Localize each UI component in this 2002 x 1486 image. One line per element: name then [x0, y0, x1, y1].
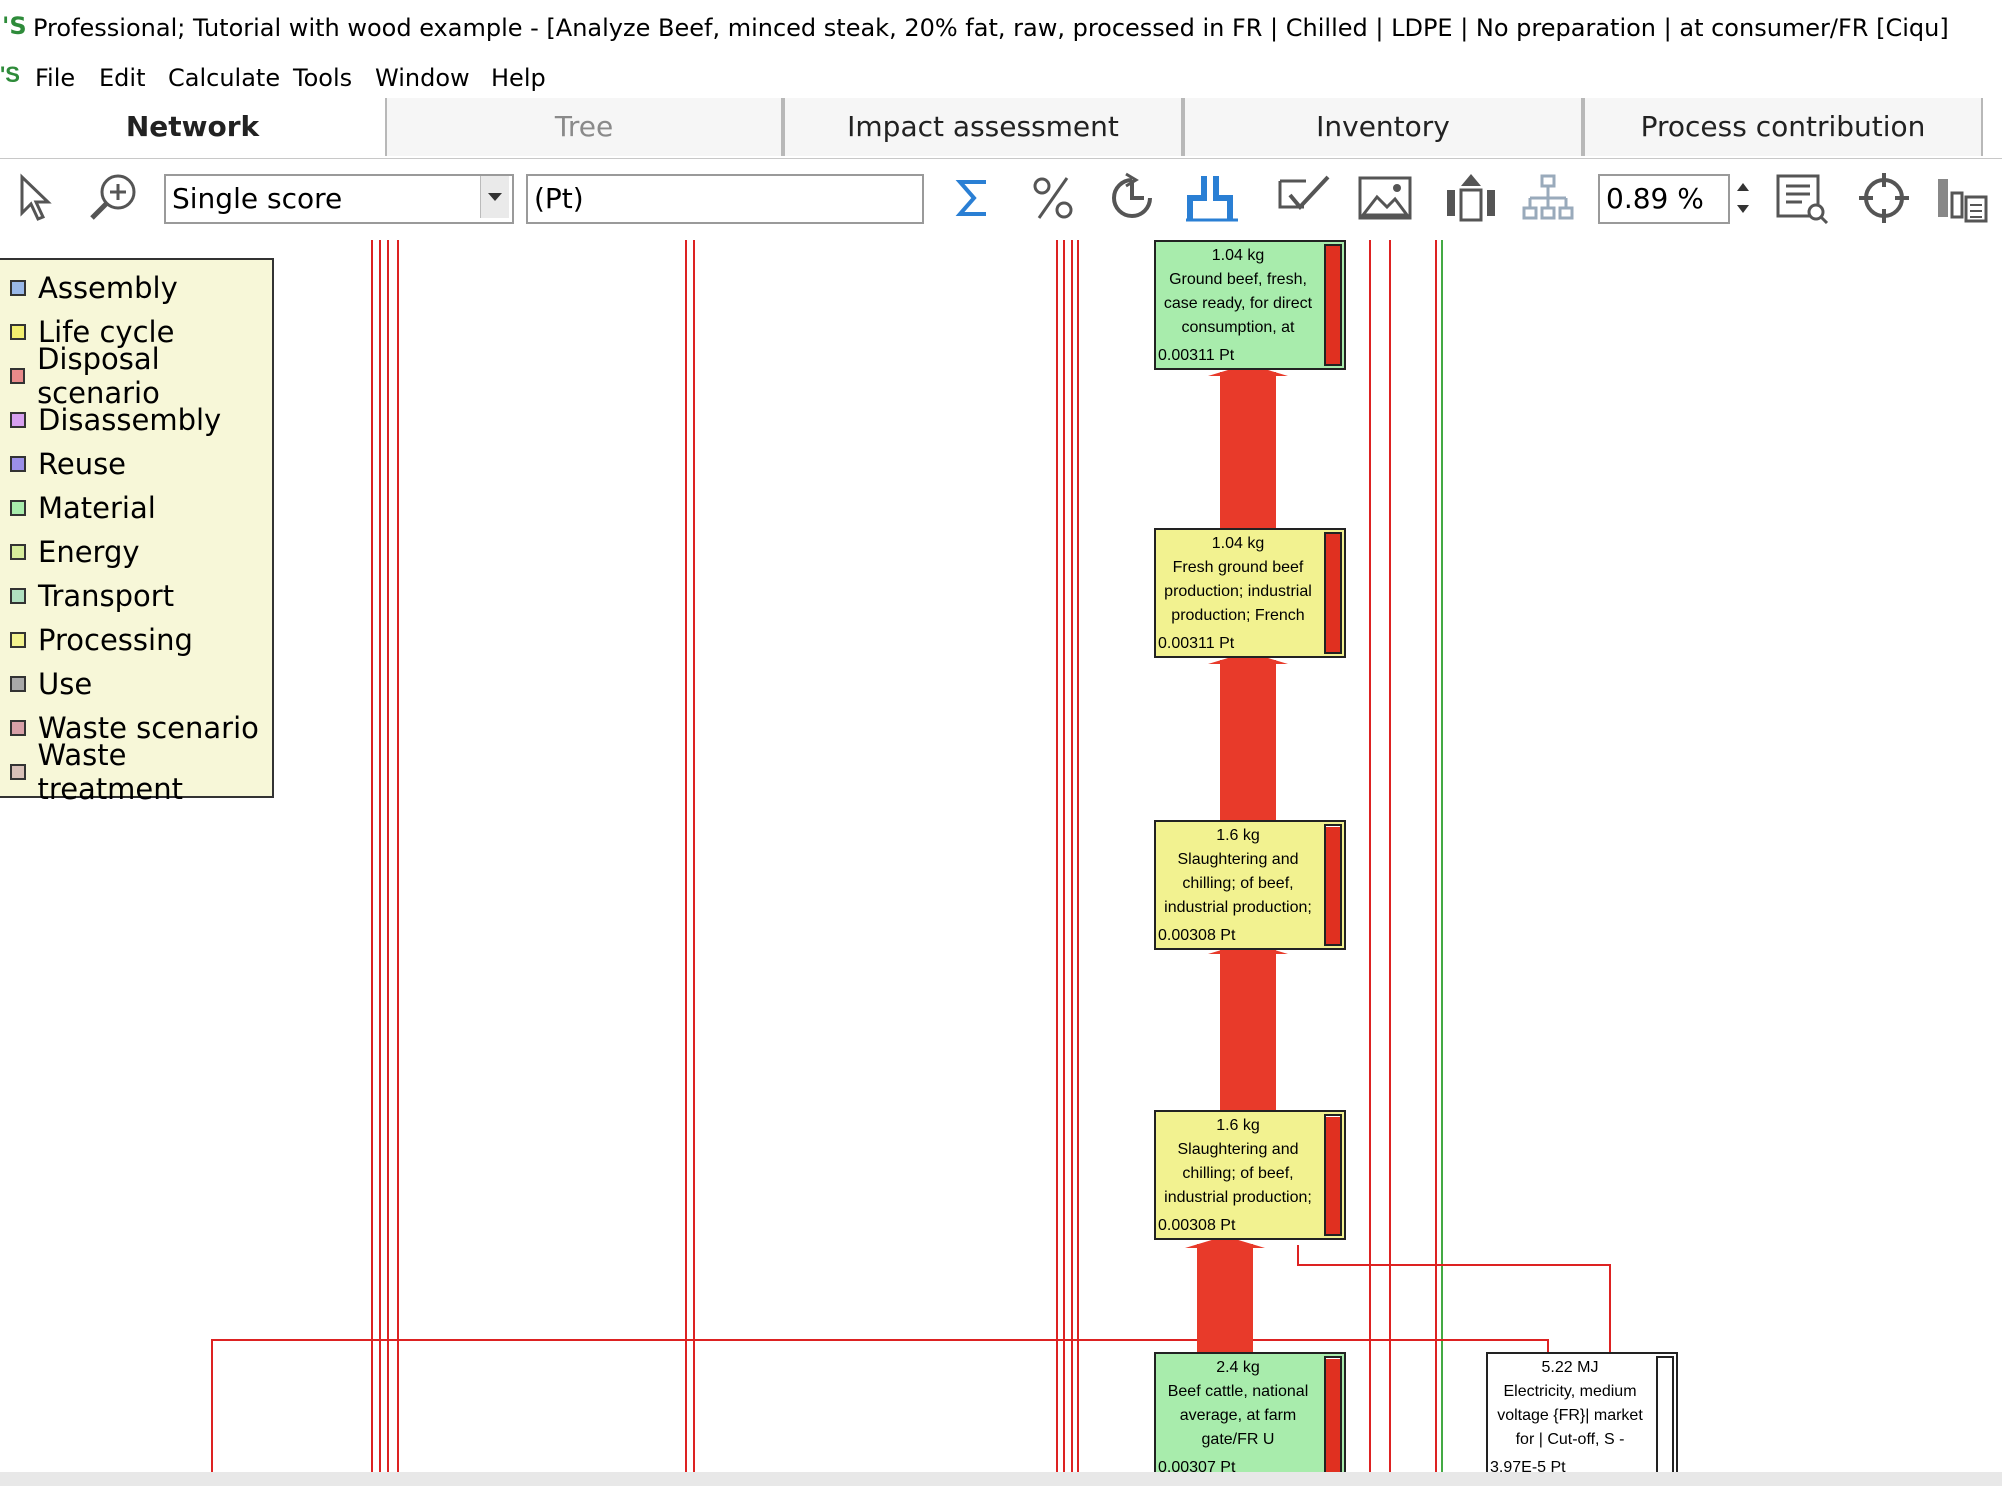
tab-tree[interactable]: Tree — [385, 98, 783, 156]
legend-swatch — [10, 720, 26, 736]
legend-swatch — [10, 588, 26, 604]
thermometer-fill — [1326, 1117, 1340, 1234]
legend-swatch — [10, 632, 26, 648]
percent-icon[interactable] — [1025, 170, 1081, 226]
legend-item: Energy — [0, 530, 272, 574]
node-name: Electricity, medium voltage {FR}| market… — [1497, 1383, 1643, 1448]
node-score: 0.00311 Pt — [1158, 347, 1235, 364]
legend-swatch — [10, 764, 26, 780]
legend-item: Waste treatment — [0, 738, 272, 806]
node-score: 0.00308 Pt — [1158, 1217, 1236, 1234]
tab-network[interactable]: Network — [0, 98, 385, 156]
legend-swatch — [10, 544, 26, 560]
legend-swatch — [10, 500, 26, 516]
legend: Assembly Life cycle Disposal scenario Di… — [0, 258, 274, 806]
menu-calculate[interactable]: Calculate — [168, 64, 280, 92]
legend-item: Processing — [0, 618, 272, 662]
menu-window[interactable]: Window — [375, 64, 470, 92]
node-score: 0.00311 Pt — [1158, 635, 1235, 652]
chevron-down-icon[interactable] — [480, 176, 509, 218]
node-amount: 2.4 kg — [1216, 1359, 1260, 1376]
node-score: 0.00308 Pt — [1158, 927, 1236, 944]
zoom-icon[interactable] — [86, 170, 142, 226]
network-canvas[interactable]: Assembly Life cycle Disposal scenario Di… — [0, 240, 2002, 1472]
score-thermometer — [1324, 824, 1342, 946]
report-icon[interactable] — [1774, 170, 1830, 226]
score-thermometer — [1324, 1114, 1342, 1236]
node-score: 3.97E-5 Pt — [1490, 1459, 1566, 1472]
bar-up-icon[interactable] — [1443, 170, 1499, 226]
toolbar: Single score (Pt) 0.89 % — [0, 160, 2002, 240]
node-name: Ground beef, fresh, case ready, for dire… — [1163, 271, 1313, 336]
app-logo-icon: 'S — [2, 12, 27, 40]
method-select[interactable]: Single score — [164, 174, 514, 224]
process-node-ground-beef[interactable]: 1.04 kg Ground beef, fresh, case ready, f… — [1154, 240, 1346, 370]
network-layout-icon[interactable] — [1184, 170, 1240, 226]
node-amount: 5.22 MJ — [1541, 1359, 1599, 1376]
legend-item: Transport — [0, 574, 272, 618]
sum-icon[interactable] — [944, 170, 1000, 226]
tab-impact-assessment[interactable]: Impact assessment — [783, 98, 1183, 156]
score-thermometer — [1324, 244, 1342, 366]
cutoff-field[interactable]: 0.89 % — [1598, 174, 1730, 224]
pointer-icon[interactable] — [6, 170, 62, 226]
tab-bar: Network Tree Impact assessment Inventory… — [0, 98, 2002, 159]
score-thermometer — [1324, 532, 1342, 654]
legend-swatch — [10, 280, 26, 296]
hierarchy-icon[interactable] — [1520, 170, 1576, 226]
node-amount: 1.6 kg — [1216, 827, 1260, 844]
check-icon[interactable] — [1276, 170, 1332, 226]
process-node-electricity[interactable]: 5.22 MJ Electricity, medium voltage {FR}|… — [1486, 1352, 1678, 1472]
node-name: Slaughtering and chilling; of beef, indu… — [1164, 851, 1312, 916]
menu-file[interactable]: File — [35, 64, 75, 92]
legend-swatch — [10, 412, 26, 428]
legend-item: Disposal scenario — [0, 342, 272, 410]
network-connections — [211, 240, 1611, 1472]
crosshair-icon[interactable] — [1856, 170, 1912, 226]
menu-tools[interactable]: Tools — [293, 64, 352, 92]
legend-swatch — [10, 324, 26, 340]
legend-swatch — [10, 368, 26, 384]
node-name: Beef cattle, national average, at farm g… — [1167, 1383, 1309, 1448]
status-bar — [0, 1472, 2002, 1486]
unit-field[interactable]: (Pt) — [526, 174, 924, 224]
legend-item: Material — [0, 486, 272, 530]
window-title: Professional; Tutorial with wood example… — [33, 14, 1949, 42]
stepper-icon[interactable] — [1731, 170, 1755, 226]
thermometer-fill — [1326, 1359, 1340, 1472]
process-node-fresh-ground-beef[interactable]: 1.04 kg Fresh ground beef production; ind… — [1154, 528, 1346, 658]
node-amount: 1.04 kg — [1211, 247, 1265, 264]
tab-inventory[interactable]: Inventory — [1183, 98, 1583, 156]
thermometer-fill — [1326, 246, 1340, 364]
menu-bar: 'S File Edit Calculate Tools Window Help — [0, 58, 2002, 98]
legend-item: Reuse — [0, 442, 272, 486]
image-icon[interactable] — [1357, 170, 1413, 226]
tab-process-contribution[interactable]: Process contribution — [1583, 98, 1983, 156]
process-node-slaughtering-2[interactable]: 1.6 kg Slaughtering and chilling; of beef… — [1154, 1110, 1346, 1240]
legend-item: Use — [0, 662, 272, 706]
legend-item: Assembly — [0, 266, 272, 310]
title-bar: 'S Professional; Tutorial with wood exam… — [0, 0, 2002, 56]
refresh-icon[interactable] — [1104, 170, 1160, 226]
score-thermometer — [1324, 1356, 1342, 1472]
node-name: Fresh ground beef production; industrial… — [1164, 559, 1312, 624]
thermometer-fill — [1326, 534, 1340, 652]
node-score: 0.00307 Pt — [1158, 1459, 1236, 1472]
legend-swatch — [10, 456, 26, 472]
process-node-slaughtering-1[interactable]: 1.6 kg Slaughtering and chilling; of beef… — [1154, 820, 1346, 950]
node-name: Slaughtering and chilling; of beef, indu… — [1164, 1141, 1312, 1206]
node-amount: 1.6 kg — [1216, 1117, 1260, 1134]
legend-swatch — [10, 676, 26, 692]
menu-app-icon[interactable]: 'S — [0, 62, 20, 88]
process-node-beef-cattle[interactable]: 2.4 kg Beef cattle, national average, at … — [1154, 1352, 1346, 1472]
chart-settings-icon[interactable] — [1934, 170, 1990, 226]
menu-help[interactable]: Help — [491, 64, 546, 92]
score-thermometer — [1656, 1356, 1674, 1472]
node-amount: 1.04 kg — [1211, 535, 1265, 552]
thermometer-fill — [1326, 827, 1340, 944]
menu-edit[interactable]: Edit — [99, 64, 145, 92]
